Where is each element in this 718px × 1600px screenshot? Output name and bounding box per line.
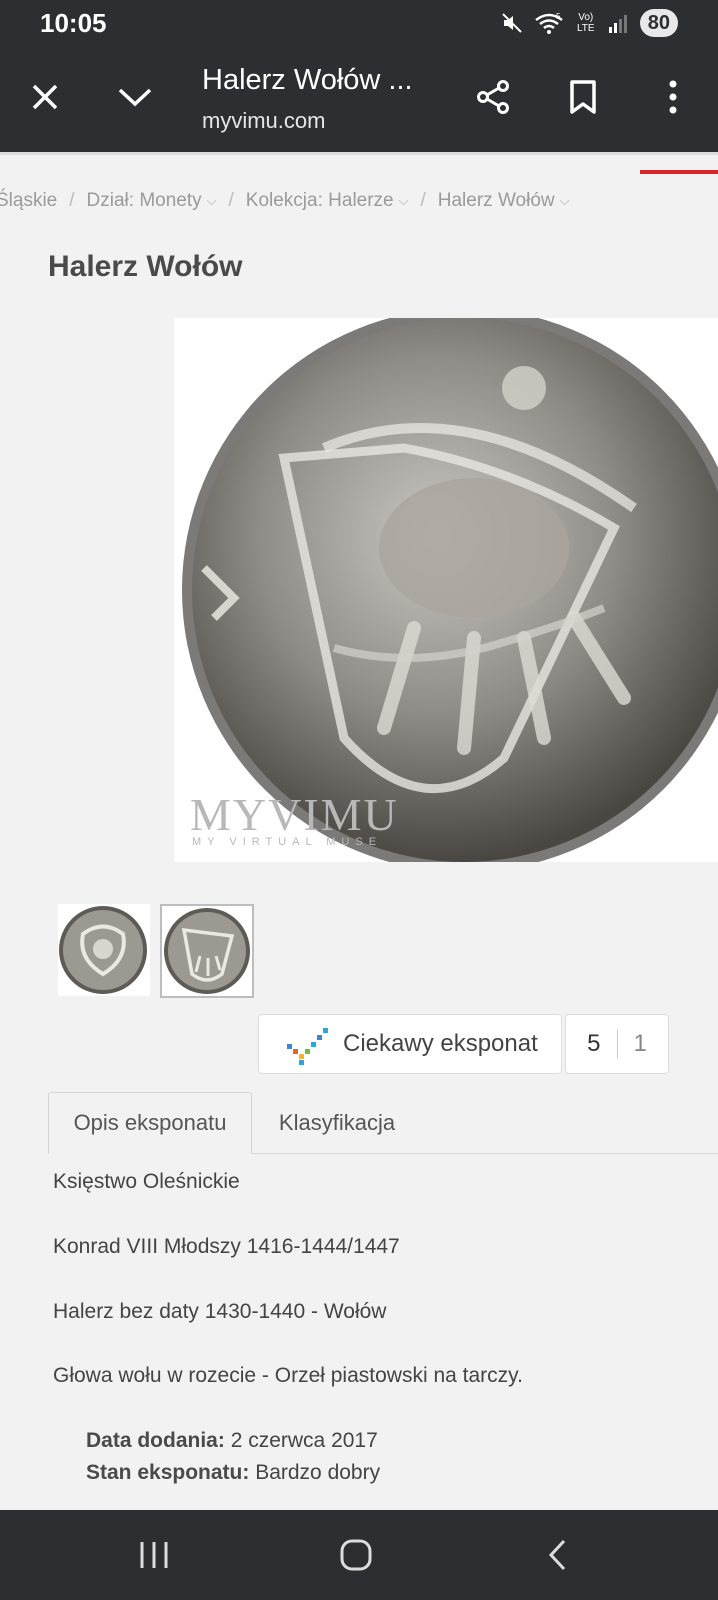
breadcrumb-label: Halerz Wołów xyxy=(437,190,555,211)
recent-apps-icon xyxy=(140,1542,168,1568)
rating-label: Ciekawy eksponat xyxy=(343,1030,538,1057)
breadcrumb-separator: / xyxy=(69,190,75,211)
date-added: Data dodania: 2 czerwca 2017 xyxy=(86,1429,378,1453)
thumbnail-obverse[interactable] xyxy=(58,904,150,996)
navigation-bar xyxy=(0,1510,718,1600)
breadcrumb: Śląskie / Dział: Monety ⌵ / Kolekcja: Ha… xyxy=(0,186,569,216)
description-line: Konrad VIII Młodszy 1416-1444/1447 xyxy=(53,1235,400,1258)
exhibit-condition: Stan eksponatu: Bardzo dobry xyxy=(86,1461,380,1485)
rating-count: 5 xyxy=(587,1030,601,1057)
network-label: Vo) LTE xyxy=(576,12,595,34)
chevron-down-icon xyxy=(118,88,152,107)
tab-label: Opis eksponatu xyxy=(73,1110,227,1135)
home-icon xyxy=(340,1539,372,1571)
rating-counts: 5 1 xyxy=(565,1014,669,1074)
share-icon xyxy=(477,80,509,114)
signal-icon xyxy=(608,15,627,33)
minimize-button[interactable] xyxy=(110,72,160,122)
bookmark-button[interactable] xyxy=(558,72,608,122)
description-line: Halerz bez daty 1430-1440 - Wołów xyxy=(53,1300,387,1323)
status-bar: 10:05 5 Vo) LTE 80 xyxy=(0,0,718,46)
date-added-label: Data dodania: xyxy=(86,1429,225,1452)
back-button[interactable] xyxy=(528,1532,588,1578)
status-icons: 5 Vo) LTE 80 xyxy=(500,8,678,38)
secondary-count: 1 xyxy=(633,1030,647,1057)
tab-url: myvimu.com xyxy=(202,108,326,133)
battery-indicator: 80 xyxy=(639,9,678,37)
page-title: Halerz Wołów xyxy=(48,250,243,283)
more-options-button[interactable] xyxy=(648,72,698,122)
watermark-logo: MYVIMU xyxy=(190,789,399,840)
back-icon xyxy=(548,1539,566,1571)
home-button[interactable] xyxy=(326,1532,386,1578)
breadcrumb-label: Kolekcja: Halerze xyxy=(245,190,394,211)
main-exhibit-image[interactable]: MYVIMU MY VIRTUAL MUSE xyxy=(174,318,718,862)
more-vertical-icon xyxy=(669,80,677,114)
colorful-check-icon xyxy=(287,1028,328,1065)
description-line: Księstwo Oleśnickie xyxy=(53,1170,240,1193)
breadcrumb-label: Dział: Monety xyxy=(86,190,202,211)
chevron-down-icon: ⌵ xyxy=(206,193,217,208)
share-button[interactable] xyxy=(468,72,518,122)
coin-image xyxy=(182,318,718,862)
count-divider xyxy=(616,1029,618,1059)
accent-bar xyxy=(640,170,718,174)
breadcrumb-separator: / xyxy=(420,190,426,211)
toolbar-divider xyxy=(0,152,718,155)
interesting-exhibit-button[interactable]: Ciekawy eksponat xyxy=(258,1014,562,1074)
chevron-down-icon: ⌵ xyxy=(559,193,570,208)
breadcrumb-label: Śląskie xyxy=(0,190,58,211)
close-icon xyxy=(32,84,58,110)
breadcrumb-item-department[interactable]: Dział: Monety ⌵ xyxy=(87,190,217,212)
coin-thumbnail xyxy=(59,906,147,994)
breadcrumb-separator: / xyxy=(228,190,234,211)
mute-icon xyxy=(502,13,522,33)
description-line: Głowa wołu w rozecie - Orzeł piastowski … xyxy=(53,1364,523,1387)
browser-toolbar: Halerz Wołów ... myvimu.com xyxy=(0,46,718,152)
recent-apps-button[interactable] xyxy=(124,1532,184,1578)
tab-label: Klasyfikacja xyxy=(278,1110,396,1135)
status-time: 10:05 xyxy=(40,8,107,38)
breadcrumb-item-region[interactable]: Śląskie xyxy=(0,190,57,212)
tab-classification[interactable]: Klasyfikacja xyxy=(260,1092,414,1154)
wifi-icon: 5 xyxy=(534,12,563,34)
date-added-value: 2 czerwca 2017 xyxy=(230,1429,378,1452)
breadcrumb-item-collection[interactable]: Kolekcja: Halerze ⌵ xyxy=(246,190,409,212)
watermark-subtitle: MY VIRTUAL MUSE xyxy=(192,836,383,848)
thumbnail-reverse[interactable] xyxy=(160,904,254,998)
condition-value: Bardzo dobry xyxy=(255,1461,381,1484)
coin-thumbnail xyxy=(164,908,250,994)
chevron-down-icon: ⌵ xyxy=(398,193,409,208)
tab-title: Halerz Wołów ... xyxy=(202,64,413,96)
breadcrumb-item-exhibit[interactable]: Halerz Wołów ⌵ xyxy=(438,190,570,212)
network-gen-label: 5 xyxy=(556,12,561,21)
close-tab-button[interactable] xyxy=(20,72,70,122)
tab-description[interactable]: Opis eksponatu xyxy=(48,1092,252,1154)
condition-label: Stan eksponatu: xyxy=(86,1461,250,1484)
bookmark-icon xyxy=(570,80,596,114)
